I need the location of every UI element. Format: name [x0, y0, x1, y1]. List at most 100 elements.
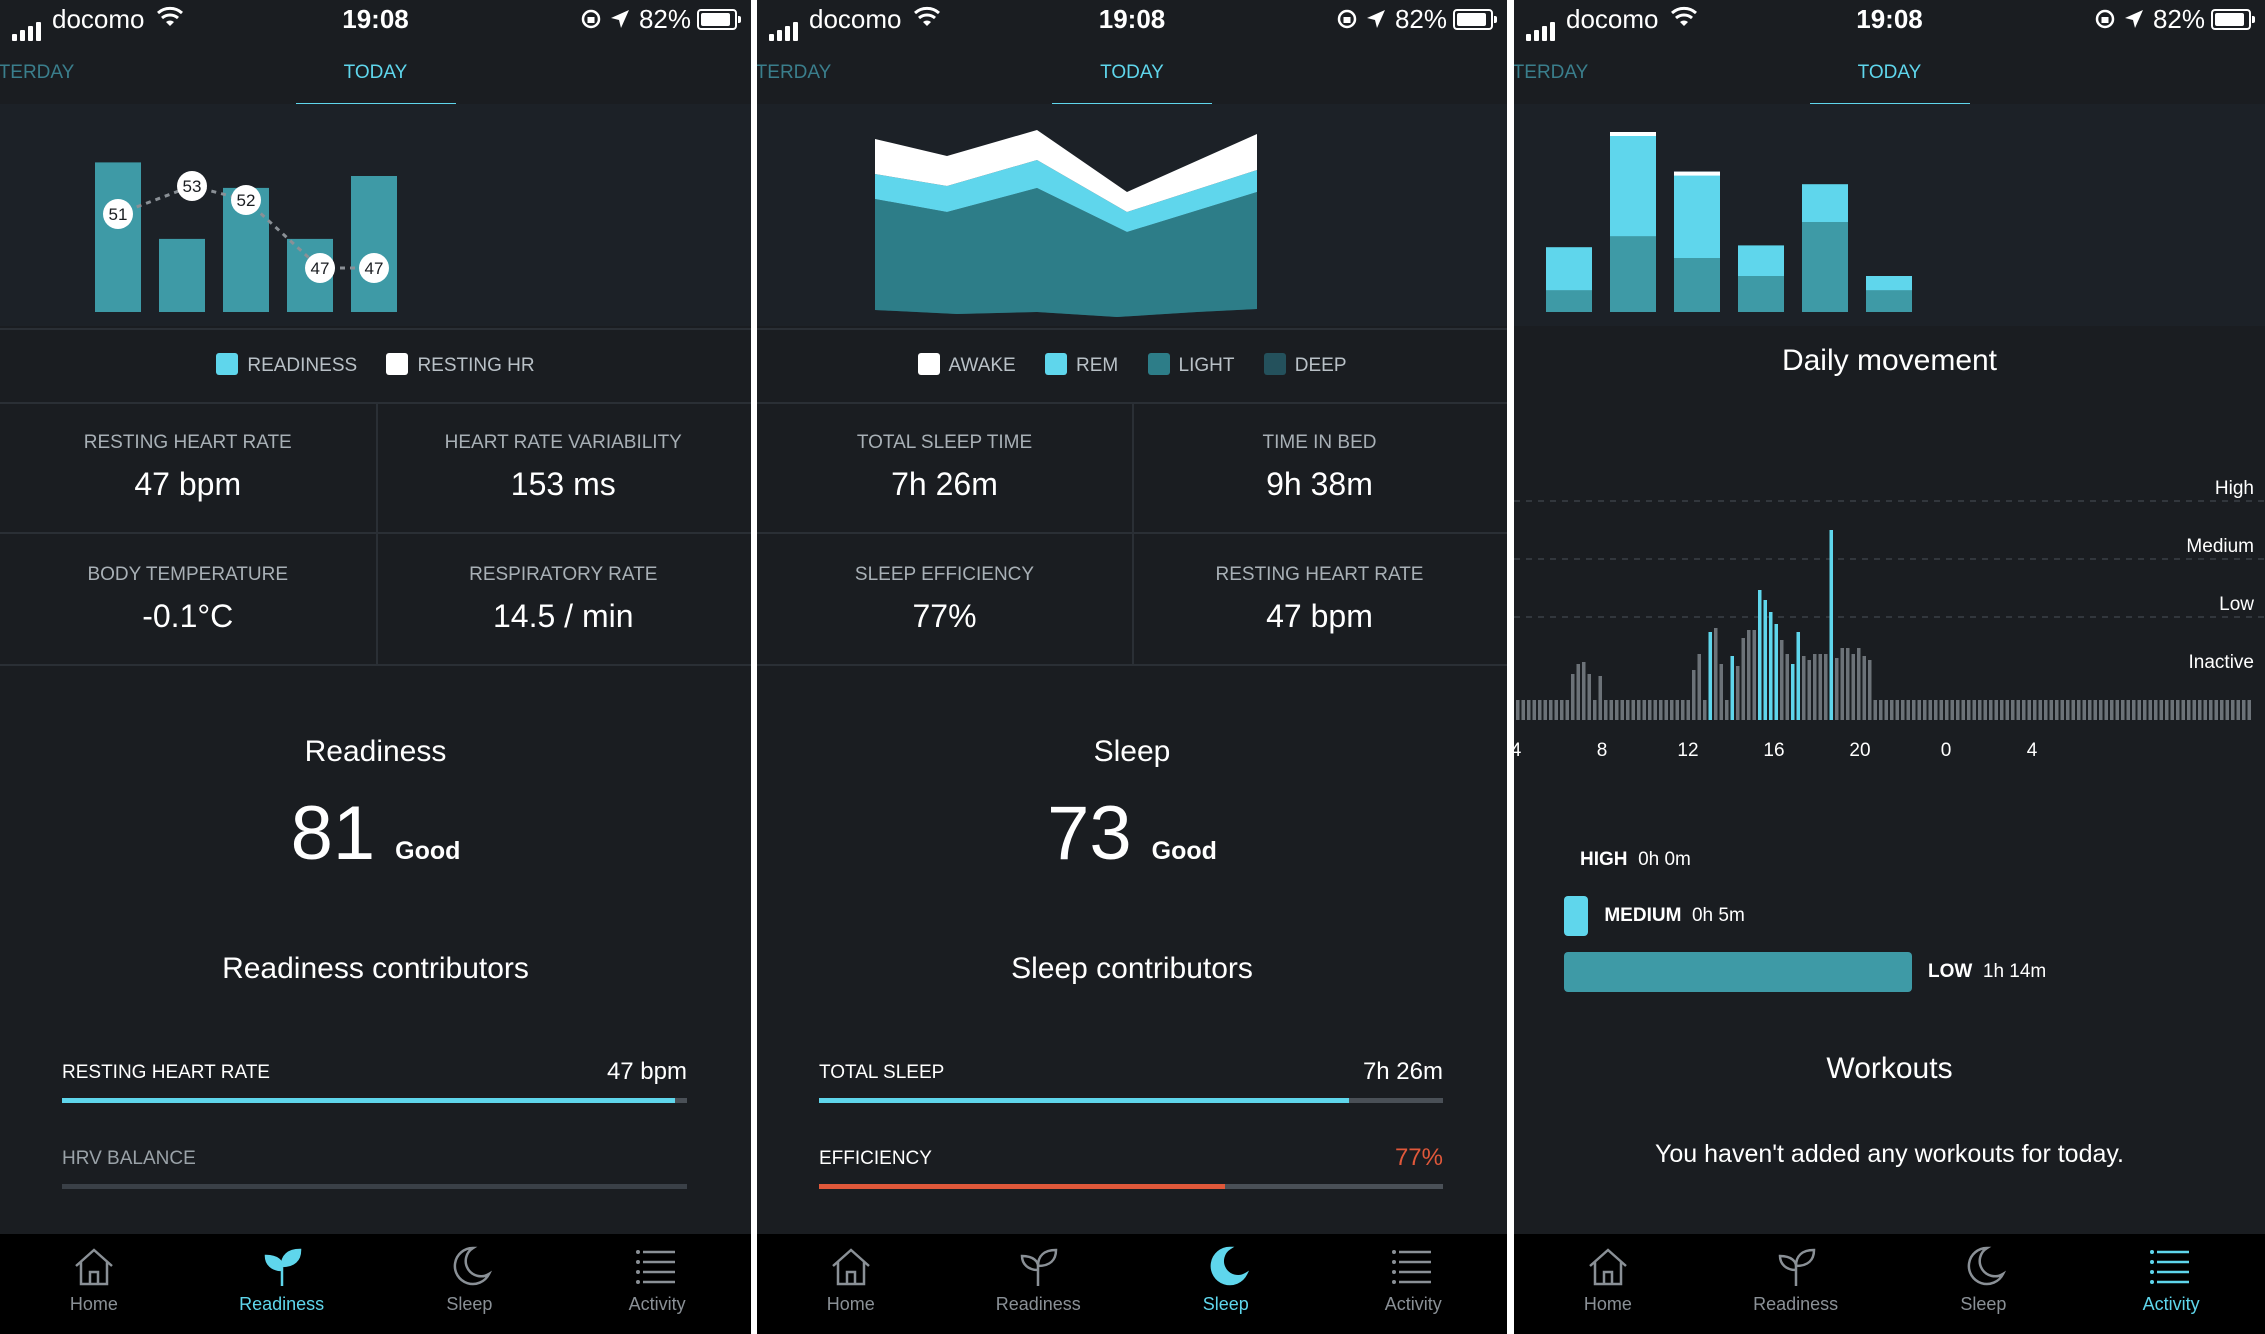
movement-bar [1549, 700, 1553, 720]
movement-bar [1846, 648, 1850, 720]
nav-readiness[interactable]: Readiness [945, 1244, 1133, 1315]
nav-readiness[interactable]: Readiness [1702, 1244, 1890, 1315]
movement-bar [1895, 700, 1899, 720]
movement-bar [1906, 700, 1910, 720]
movement-bar [2104, 700, 2108, 720]
movement-bar [2082, 700, 2086, 720]
nav-sleep[interactable]: Sleep [1132, 1244, 1320, 1315]
metric-time-in-bed: TIME IN BED 9h 38m [1262, 432, 1377, 502]
orientation-lock-icon [581, 9, 601, 29]
movement-bar [1796, 632, 1800, 720]
movement-total-low: LOW 1h 14m [1564, 952, 2064, 992]
movement-bar [1631, 700, 1635, 720]
legend-light: LIGHT [1147, 353, 1234, 376]
nav-activity[interactable]: Activity [563, 1244, 751, 1315]
day-tabs: STERDAY TODAY [757, 60, 1507, 117]
score-label: Good [395, 837, 461, 865]
movement-bar [1626, 700, 1630, 720]
activity-bar-top [1610, 132, 1656, 237]
movement-bar [1532, 700, 1536, 720]
nav-sleep[interactable]: Sleep [1890, 1244, 2078, 1315]
nav-sleep[interactable]: Sleep [376, 1244, 564, 1315]
tab-today[interactable]: TODAY [757, 62, 1507, 84]
workouts-empty-text: You haven't added any workouts for today… [1655, 1140, 2124, 1168]
movement-bar [2214, 700, 2218, 720]
movement-bar [1928, 700, 1932, 720]
movement-bar [2115, 700, 2119, 720]
movement-bar [2231, 700, 2235, 720]
nav-activity[interactable]: Activity [2077, 1244, 2265, 1315]
tab-today[interactable]: TODAY [1514, 62, 2265, 84]
movement-bar [1620, 700, 1624, 720]
metric-resting-heart-rate: RESTING HEART RATE 47 bpm [83, 432, 292, 502]
movement-bar [1901, 700, 1905, 720]
movement-bar [2203, 700, 2207, 720]
metric-sleep-efficiency: SLEEP EFFICIENCY 77% [854, 564, 1035, 634]
movement-bar [1994, 700, 1998, 720]
movement-bar [1934, 700, 1938, 720]
movement-bar [1659, 700, 1663, 720]
movement-bar [1769, 612, 1773, 720]
movement-bar [2236, 700, 2240, 720]
movement-bar [1576, 664, 1580, 720]
movement-bar [2121, 700, 2125, 720]
movement-bar [2137, 700, 2141, 720]
movement-chart-svg: High Medium Low Inactive 4 8 12 16 20 0 4 [1514, 478, 2265, 761]
movement-bar [1813, 654, 1817, 720]
tab-today[interactable]: TODAY [0, 62, 751, 84]
movement-bar [2005, 700, 2009, 720]
movement-bar [1675, 700, 1679, 720]
nav-activity[interactable]: Activity [1320, 1244, 1508, 1315]
movement-bar [1736, 666, 1740, 720]
movement-bar [2055, 700, 2059, 720]
movement-bar [2242, 700, 2246, 720]
movement-tick-label: 0 [1941, 740, 1952, 760]
movement-bar [2044, 700, 2048, 720]
nav-readiness[interactable]: Readiness [188, 1244, 376, 1315]
movement-bar [1697, 654, 1701, 720]
metrics-grid: TOTAL SLEEP TIME 7h 26m TIME IN BED 9h 38m… [757, 402, 1507, 666]
movement-bar [2143, 700, 2147, 720]
movement-bar [1829, 530, 1833, 720]
battery-icon [2211, 9, 2255, 30]
sleep-nav-icon [1968, 1246, 2007, 1286]
movement-bar [2187, 700, 2191, 720]
movement-total-medium: MEDIUM 0h 5m [1564, 896, 2064, 936]
bottom-nav: Home Readiness Sleep Activity [1514, 1234, 2265, 1334]
movement-bar [1983, 700, 1987, 720]
activity-bar-bottom [1610, 236, 1656, 312]
nav-home[interactable]: Home [1514, 1244, 1702, 1315]
movement-bar [1527, 700, 1531, 720]
movement-bar [1719, 664, 1723, 720]
readiness-screen: docomo 19:08 82% STERDAY TODAY 51 53 52 47 4… [0, 0, 751, 1334]
movement-bar [2198, 700, 2202, 720]
movement-bar [2192, 700, 2196, 720]
nav-home[interactable]: Home [757, 1244, 945, 1315]
status-bar: docomo 19:08 82% [0, 0, 751, 42]
activity-bar-cap [1610, 132, 1656, 136]
movement-level-label: High [2215, 478, 2254, 499]
movement-level-label: Inactive [2189, 652, 2254, 673]
movement-total-label: HIGH 0h 0m [1580, 849, 1691, 870]
movement-bar [2176, 700, 2180, 720]
nav-home[interactable]: Home [0, 1244, 188, 1315]
legend-awake: AWAKE [917, 353, 1016, 376]
movement-bar [1543, 700, 1547, 720]
activity-bar-top [1802, 184, 1848, 222]
movement-tick-label: 16 [1763, 740, 1784, 760]
movement-bar [1873, 700, 1877, 720]
sleep-screen: docomo 19:08 82% STERDAY TODAY AWAKE REM… [757, 0, 1507, 1334]
movement-bar [1923, 700, 1927, 720]
contributor-bar-fill [62, 1098, 675, 1103]
movement-bar [1587, 674, 1591, 720]
location-arrow-icon [2125, 10, 2143, 28]
movement-bar [1961, 700, 1965, 720]
metrics-grid: RESTING HEART RATE 47 bpm HEART RATE VARI… [0, 402, 751, 666]
movement-bar [2126, 700, 2130, 720]
movement-bar [1956, 700, 1960, 720]
movement-bar [2027, 700, 2031, 720]
score-label: Good [1151, 837, 1217, 865]
movement-bar [1664, 700, 1668, 720]
movement-total-label: LOW 1h 14m [1928, 961, 2047, 982]
movement-bar [1538, 700, 1542, 720]
